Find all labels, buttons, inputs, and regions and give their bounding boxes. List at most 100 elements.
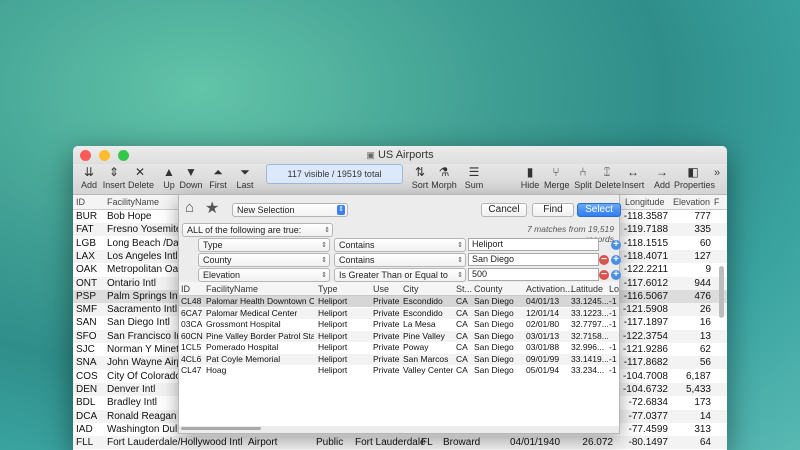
toolbar-add-column-button[interactable]: → Add [651,164,673,190]
toolbar-label: Add [80,180,97,190]
cancel-button[interactable]: Cancel [481,203,527,217]
criteria-operator-popup[interactable]: Contains ⇕ [334,238,466,252]
results-row[interactable]: 6CA7 Palomar Medical Center Heliport Privat… [179,307,619,319]
results-column-latitude[interactable]: Latitude [571,284,608,294]
criteria-field-popup[interactable]: County ⇕ [198,253,330,267]
toolbar-first-button[interactable]: ⏶ First [206,164,230,190]
add-criterion-button[interactable]: + [611,240,621,250]
toolbar-add-button[interactable]: ⇊ Add [77,164,101,190]
toolbar-down-button[interactable]: ▼ Down [179,164,203,190]
column-header-elevation[interactable]: Elevation [673,197,710,207]
results-column-facility-name[interactable]: FacilityName [206,284,314,294]
maximize-window-button[interactable] [118,150,130,161]
minimize-window-button[interactable] [99,150,111,161]
add-criterion-button[interactable]: + [611,270,621,280]
results-column-activation[interactable]: Activation... [526,284,573,294]
remove-criterion-button[interactable]: − [599,270,609,280]
results-cell-act: 04/01/13 [526,296,560,306]
find-button[interactable]: Find [532,203,574,217]
table-cell-lon: -121.5908 [622,304,668,316]
toolbar-split-column-button[interactable]: ⑃ Split [572,164,594,190]
results-row[interactable]: CL48 Palomar Health Downtown Ca... Helipor… [179,296,619,307]
select-button[interactable]: Select [577,203,621,217]
results-row[interactable]: 1CL5 Pomerado Hospital Heliport Private Powa… [179,342,619,353]
results-cell-act: 03/01/88 [526,342,560,352]
results-cell-county: San Diego [474,330,514,341]
toolbar-label: Down [179,180,203,190]
vertical-scrollbar[interactable] [719,266,724,318]
table-cell-lon: -77.0377 [628,410,668,422]
results-cell-lo: -1 [609,296,617,306]
results-row[interactable]: 60CNPine Valley Border Patrol Stati... He… [179,330,619,342]
chevron-updown-icon: ⇕ [321,242,327,249]
results-column-type[interactable]: Type [318,284,368,294]
table-cell-id: BDL [76,397,96,409]
column-header-facility-name[interactable]: FacilityName [107,197,159,207]
table-cell-lon: -118.1515 [623,237,668,249]
results-cell-city: La Mesa [403,319,436,329]
column-header-id[interactable]: ID [76,197,85,207]
table-cell-lon: -121.9286 [622,344,668,355]
criteria-operator-popup[interactable]: Is Greater Than or Equal to ⇕ [334,268,466,282]
toolbar-overflow-icon[interactable]: » [714,167,720,179]
toolbar-delete-button[interactable]: ✕ Delete [128,164,154,190]
toolbar-label: Up [163,180,175,190]
toolbar-last-button[interactable]: ⏷ Last [233,164,257,190]
results-cell-act: 12/01/14 [526,307,560,318]
toolbar-properties-column-button[interactable]: ◧ Properties [674,164,715,190]
toolbar-insert-column-button[interactable]: ↔ Insert [621,164,645,190]
results-cell-lo: -1 [609,365,617,375]
criteria-field-popup[interactable]: Elevation ⇕ [198,268,330,282]
table-cell-county: Broward [443,437,481,449]
table-cell-ele: 62 [699,344,711,355]
toolbar-label: Split [574,180,592,190]
results-row[interactable]: 4CL6 Pat Coyle Memorial Heliport Private San… [179,353,619,365]
toolbar-delete-column-button[interactable]: ⑄ Delete [595,164,621,190]
table-row[interactable]: FLL Fort Lauderdale/Hollywood Intl Airport… [73,436,727,450]
criteria-value-input[interactable]: San Diego [468,253,599,266]
criteria-operator-popup[interactable]: Contains ⇕ [334,253,466,267]
results-column-use[interactable]: Use [373,284,405,294]
selection-name-popup[interactable]: New Selection ⇕ [232,203,348,217]
criteria-field-popup[interactable]: Type ⇕ [198,238,330,252]
results-column-longitude[interactable]: Lo [609,284,619,294]
toolbar-morph-button[interactable]: ⚗ Morph [430,164,458,190]
results-column-county[interactable]: County [474,284,524,294]
results-cell-county: San Diego [474,307,514,318]
results-cell-use: Private [373,353,400,364]
table-cell-id: IAD [76,423,93,435]
results-row[interactable]: CL47 Hoag Heliport Private Valley Center CA Sa… [179,365,619,376]
remove-criterion-button[interactable]: − [599,255,609,265]
results-column-id[interactable]: ID [181,284,205,294]
chevron-updown-icon: ⇕ [324,227,330,234]
toolbar-label: Sort [411,180,429,190]
home-icon[interactable]: ⌂ [185,199,194,216]
add-criterion-button[interactable]: + [611,255,621,265]
column-header-extra[interactable]: F [714,197,720,207]
chevron-updown-icon: ⇕ [321,257,327,264]
close-window-button[interactable] [80,150,91,161]
table-cell-ele: 944 [694,277,711,289]
title-bar: ▣ US Airports [73,146,727,164]
toolbar-up-button[interactable]: ▲ Up [157,164,181,190]
toolbar-insert-button[interactable]: ⇕ Insert [102,164,126,190]
results-cell-name: Pomerado Hospital [206,342,279,352]
toolbar-hide-column-button[interactable]: ▮ Hide [519,164,541,190]
down-icon: ▼ [185,165,197,179]
criteria-value-input[interactable]: Heliport [468,238,599,251]
properties-icon: ◧ [687,165,699,179]
results-cell-st: CA [456,319,468,329]
column-header-longitude[interactable]: Longitude [625,197,665,207]
results-column-city[interactable]: City [403,284,453,294]
criteria-value-input[interactable]: 500 [468,268,599,281]
toolbar-sum-button[interactable]: ☰ Sum [460,164,488,190]
horizontal-scrollbar[interactable] [181,427,261,430]
table-cell-act: 04/01/1940 [510,437,561,449]
star-icon[interactable]: ★ [205,198,219,218]
match-mode-popup[interactable]: ALL of the following are true: ⇕ [182,223,333,237]
toolbar-merge-column-button[interactable]: ⑂ Merge [544,164,570,190]
results-row[interactable]: 03CA Grossmont Hospital Heliport Private La … [179,319,619,330]
results-cell-lat: 32.996... [571,342,605,352]
results-column-state[interactable]: St... [456,284,472,294]
results-cell-st: CA [456,330,468,341]
